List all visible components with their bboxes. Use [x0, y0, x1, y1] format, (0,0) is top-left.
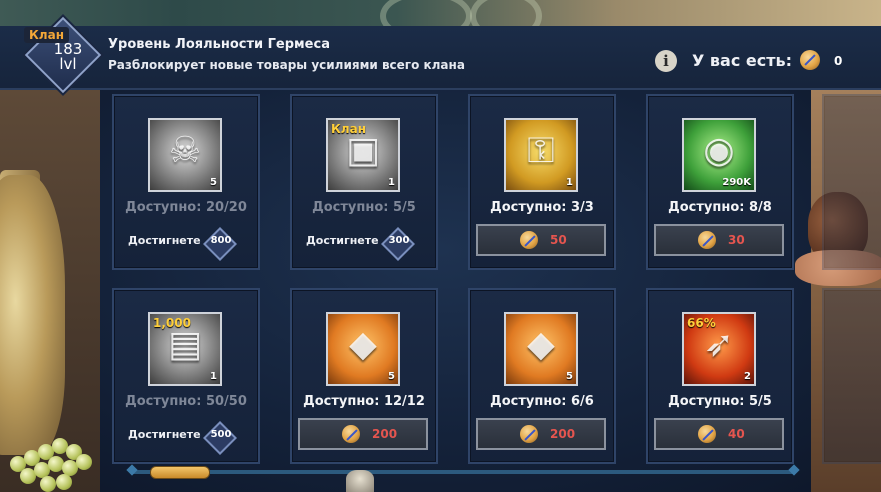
clan-tag: Клан	[24, 27, 69, 43]
amphora-decor	[0, 175, 65, 455]
item-quantity: 290K	[722, 177, 751, 188]
loyalty-token-icon	[342, 425, 360, 443]
item-glyph: ◆	[527, 324, 555, 365]
horizontal-scrollbar[interactable]	[130, 470, 796, 474]
page-subtitle: Разблокирует новые товары усилиями всего…	[108, 58, 465, 72]
item-quantity: 5	[388, 371, 395, 382]
item-availability: Доступно: 20/20	[125, 200, 247, 215]
buy-button[interactable]: 40	[654, 418, 784, 450]
shop-card[interactable]: ▤ 1,000 1 Доступно: 50/50 Достигнете 500	[112, 288, 260, 464]
buy-button[interactable]: 30	[654, 224, 784, 256]
item-corner-label: 1,000	[153, 316, 191, 330]
puzzle-skull-icon[interactable]: ☠ 5	[148, 118, 222, 192]
item-quantity: 5	[210, 177, 217, 188]
item-quantity: 1	[566, 177, 573, 188]
scroll-thumb[interactable]	[150, 466, 210, 479]
puzzle-gem-icon[interactable]: ◆ 5	[504, 312, 578, 386]
unlock-requirement: Достигнете 800	[114, 227, 258, 261]
clan-level-value: 183	[53, 40, 83, 58]
item-glyph: ▣	[345, 130, 380, 171]
item-availability: Доступно: 5/5	[668, 394, 772, 409]
info-icon[interactable]: i	[655, 50, 677, 72]
statue-decor	[346, 470, 374, 492]
item-availability: Доступно: 5/5	[312, 200, 416, 215]
top-decor-banner	[0, 0, 881, 42]
item-corner-label: 66%	[687, 316, 716, 330]
page-title: Уровень Лояльности Гермеса	[108, 37, 330, 52]
item-glyph: ➶	[703, 324, 735, 365]
item-glyph: ⚿	[527, 130, 555, 171]
unlock-label: Достигнете	[128, 428, 201, 441]
loyalty-token-icon	[800, 50, 820, 70]
loyalty-token-icon	[698, 425, 716, 443]
item-price: 40	[728, 427, 745, 441]
currency-count: 0	[834, 54, 843, 68]
item-glyph: ☠	[168, 130, 202, 171]
item-glyph: ▤	[167, 324, 202, 365]
monster-mouth-icon[interactable]: ◉ 290K	[682, 118, 756, 192]
golden-key-icon[interactable]: ⚿ 1	[504, 118, 578, 192]
buy-button[interactable]: 200	[298, 418, 428, 450]
unlock-level: 500	[210, 429, 232, 440]
item-price: 200	[372, 427, 398, 441]
item-availability: Доступно: 6/6	[490, 394, 594, 409]
item-glyph: ◆	[349, 324, 377, 365]
loyalty-token-icon	[520, 231, 538, 249]
item-glyph: ◉	[703, 130, 735, 171]
loyalty-token-icon	[698, 231, 716, 249]
item-price: 50	[550, 233, 567, 247]
shop-card[interactable]: ◆ 5 Доступно: 6/6 200	[468, 288, 616, 464]
item-availability: Доступно: 12/12	[303, 394, 425, 409]
loyalty-token-icon	[520, 425, 538, 443]
item-availability: Доступно: 50/50	[125, 394, 247, 409]
unlock-level: 300	[388, 235, 410, 246]
item-price: 200	[550, 427, 576, 441]
clan-level-unit: lvl	[59, 55, 77, 73]
buy-button[interactable]: 50	[476, 224, 606, 256]
shop-card-partial	[822, 288, 881, 464]
shop-card[interactable]: ◆ 5 Доступно: 12/12 200	[290, 288, 438, 464]
unlock-label: Достигнете	[128, 234, 201, 247]
shop-card[interactable]: ➶ 66% 2 Доступно: 5/5 40	[646, 288, 794, 464]
shop-card[interactable]: ▣ Клан 1 Доступно: 5/5 Достигнете 300	[290, 94, 438, 270]
puzzle-gem-icon[interactable]: ◆ 5	[326, 312, 400, 386]
shop-card[interactable]: ◉ 290K Доступно: 8/8 30	[646, 94, 794, 270]
winged-boot-icon[interactable]: ➶ 66% 2	[682, 312, 756, 386]
shop-card[interactable]: ☠ 5 Доступно: 20/20 Достигнете 800	[112, 94, 260, 270]
item-availability: Доступно: 3/3	[490, 200, 594, 215]
unlock-requirement: Достигнете 500	[114, 421, 258, 455]
unlock-label: Достигнете	[306, 234, 379, 247]
item-price: 30	[728, 233, 745, 247]
item-quantity: 5	[566, 371, 573, 382]
shop-card[interactable]: ⚿ 1 Доступно: 3/3 50	[468, 94, 616, 270]
grapes-decor	[10, 430, 100, 492]
chest-icon[interactable]: ▣ Клан 1	[326, 118, 400, 192]
unlock-level: 800	[210, 235, 232, 246]
shop-card-partial	[822, 94, 881, 270]
currency-label: У вас есть:	[692, 51, 793, 70]
buy-button[interactable]: 200	[476, 418, 606, 450]
item-quantity: 1	[388, 177, 395, 188]
item-corner-label: Клан	[331, 122, 366, 136]
item-quantity: 1	[210, 371, 217, 382]
unlock-requirement: Достигнете 300	[292, 227, 436, 261]
item-availability: Доступно: 8/8	[668, 200, 772, 215]
item-quantity: 2	[744, 371, 751, 382]
xp-book-icon[interactable]: ▤ 1,000 1	[148, 312, 222, 386]
